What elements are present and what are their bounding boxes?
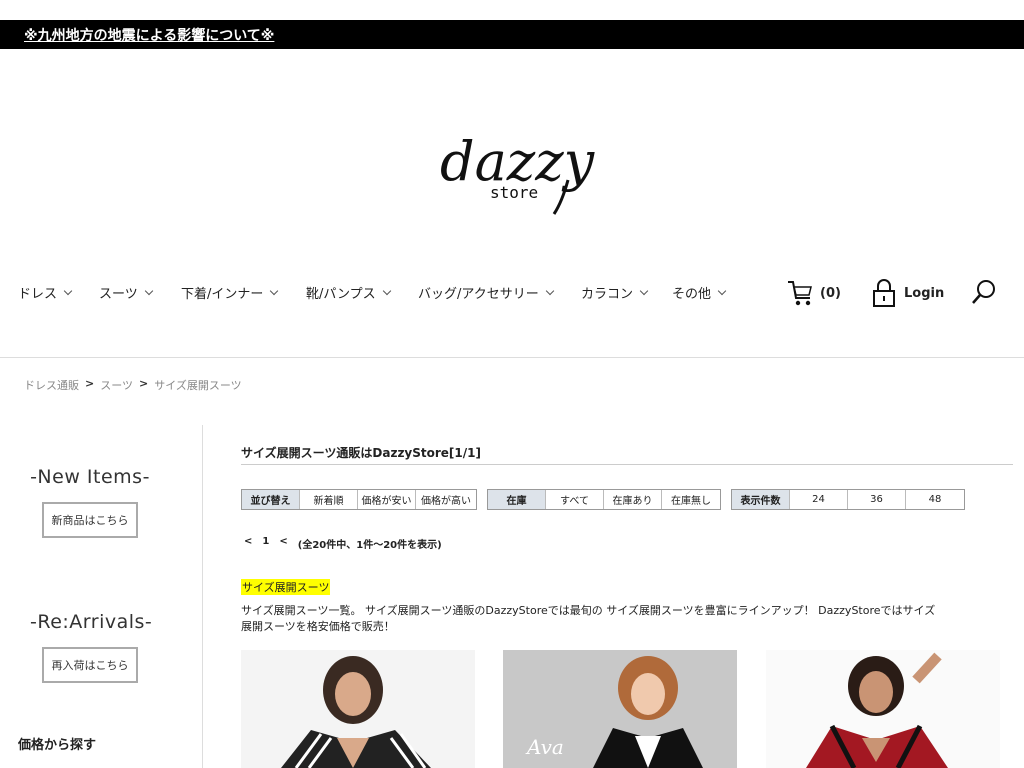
category-tag: サイズ展開スーツ [241,579,331,595]
sort-price-high[interactable]: 価格が高い [416,490,476,509]
breadcrumb-item-suits[interactable]: スーツ [100,377,133,393]
stock-group: 在庫 すべて 在庫あり 在庫無し [487,489,721,510]
sort-newest[interactable]: 新着順 [300,490,358,509]
sort-head: 並び替え [242,490,300,509]
store-logo[interactable]: dazzy store [436,110,596,220]
nav-label: その他 [672,287,712,302]
chevron-down-icon [270,286,279,295]
pager-next[interactable]: < [279,536,287,551]
logo-subtext: store [490,183,538,202]
count-48[interactable]: 48 [906,490,964,509]
nav-item-inner[interactable]: 下着/インナー [181,283,279,302]
login-label: Login [904,285,945,301]
nav-item-dress[interactable]: ドレス [18,283,73,302]
nav-item-contacts[interactable]: カラコン [581,283,649,302]
stock-all[interactable]: すべて [546,490,604,509]
pager-prev[interactable]: < [244,536,252,551]
product-card-1[interactable] [241,650,475,768]
nav-item-other[interactable]: その他 [672,283,727,302]
announcement-bar: ※九州地方の地震による影響について※ [0,20,1024,49]
product-image-label: Ava [525,735,564,759]
count-group: 表示件数 24 36 48 [731,489,965,510]
cart-count: (0) [820,285,841,301]
nav-label: 下着/インナー [181,287,264,302]
stock-head: 在庫 [488,490,546,509]
sort-group: 並び替え 新着順 価格が安い 価格が高い [241,489,477,510]
login-button[interactable]: Login [872,278,944,308]
count-36[interactable]: 36 [848,490,906,509]
title-rule [241,464,1013,465]
new-items-heading: -New Items- [30,466,150,488]
chevron-down-icon [545,286,554,295]
search-icon [972,280,995,304]
filter-bar: 並び替え 新着順 価格が安い 価格が高い 在庫 すべて 在庫あり 在庫無し 表示… [241,489,965,510]
new-items-button[interactable]: 新商品はこちら [42,502,138,538]
main-nav: ドレス スーツ 下着/インナー 靴/パンプス バッグ/アクセサリー カラコン そ… [0,283,760,307]
chevron-down-icon [717,286,727,295]
nav-label: 靴/パンプス [306,287,376,302]
nav-label: ドレス [18,287,58,302]
pager: < 1 < (全20件中、1件〜20件を表示) [244,536,442,551]
header-divider [0,357,1024,358]
breadcrumb-item-dress[interactable]: ドレス通販 [24,377,79,393]
page-title: サイズ展開スーツ通販はDazzyStore[1/1] [241,446,481,460]
dazzy-logo-icon: dazzy store [440,130,596,215]
product-card-2[interactable]: Ava [503,650,737,768]
pager-page-1[interactable]: 1 [262,536,269,551]
product-image-1 [241,650,475,768]
breadcrumb-separator: > [85,377,95,390]
chevron-down-icon [144,286,153,295]
price-search-heading: 価格から探す [18,738,97,753]
announcement-link[interactable]: ※九州地方の地震による影響について※ [24,25,274,45]
breadcrumb-item-current: サイズ展開スーツ [154,379,242,392]
nav-item-shoes[interactable]: 靴/パンプス [306,283,391,302]
breadcrumb: ドレス通販 > スーツ > サイズ展開スーツ [24,377,242,393]
product-image-3 [766,650,1000,768]
nav-label: バッグ/アクセサリー [418,287,539,302]
chevron-down-icon [639,286,649,295]
nav-item-suits[interactable]: スーツ [99,283,153,302]
stock-out[interactable]: 在庫無し [662,490,720,509]
breadcrumb-separator: > [139,377,149,390]
chevron-down-icon [382,286,391,295]
sort-price-low[interactable]: 価格が安い [358,490,416,509]
nav-item-bags[interactable]: バッグ/アクセサリー [418,283,554,302]
pager-summary: (全20件中、1件〜20件を表示) [297,540,442,551]
product-image-2: Ava [503,650,737,768]
count-24[interactable]: 24 [790,490,848,509]
cart-icon [788,281,812,306]
category-description: サイズ展開スーツ一覧。 サイズ展開スーツ通販のDazzyStoreでは最旬の サ… [241,604,936,633]
product-card-3[interactable] [766,650,1000,768]
rearrivals-heading: -Re:Arrivals- [30,611,153,633]
cart-button[interactable]: (0) [786,278,841,308]
chevron-down-icon [63,286,73,295]
stock-in[interactable]: 在庫あり [604,490,662,509]
rearrivals-button[interactable]: 再入荷はこちら [42,647,138,683]
sidebar-divider [202,425,203,768]
search-button[interactable] [970,278,998,310]
count-head: 表示件数 [732,490,790,509]
nav-label: スーツ [99,287,138,302]
nav-label: カラコン [581,287,634,302]
lock-icon [873,279,895,307]
